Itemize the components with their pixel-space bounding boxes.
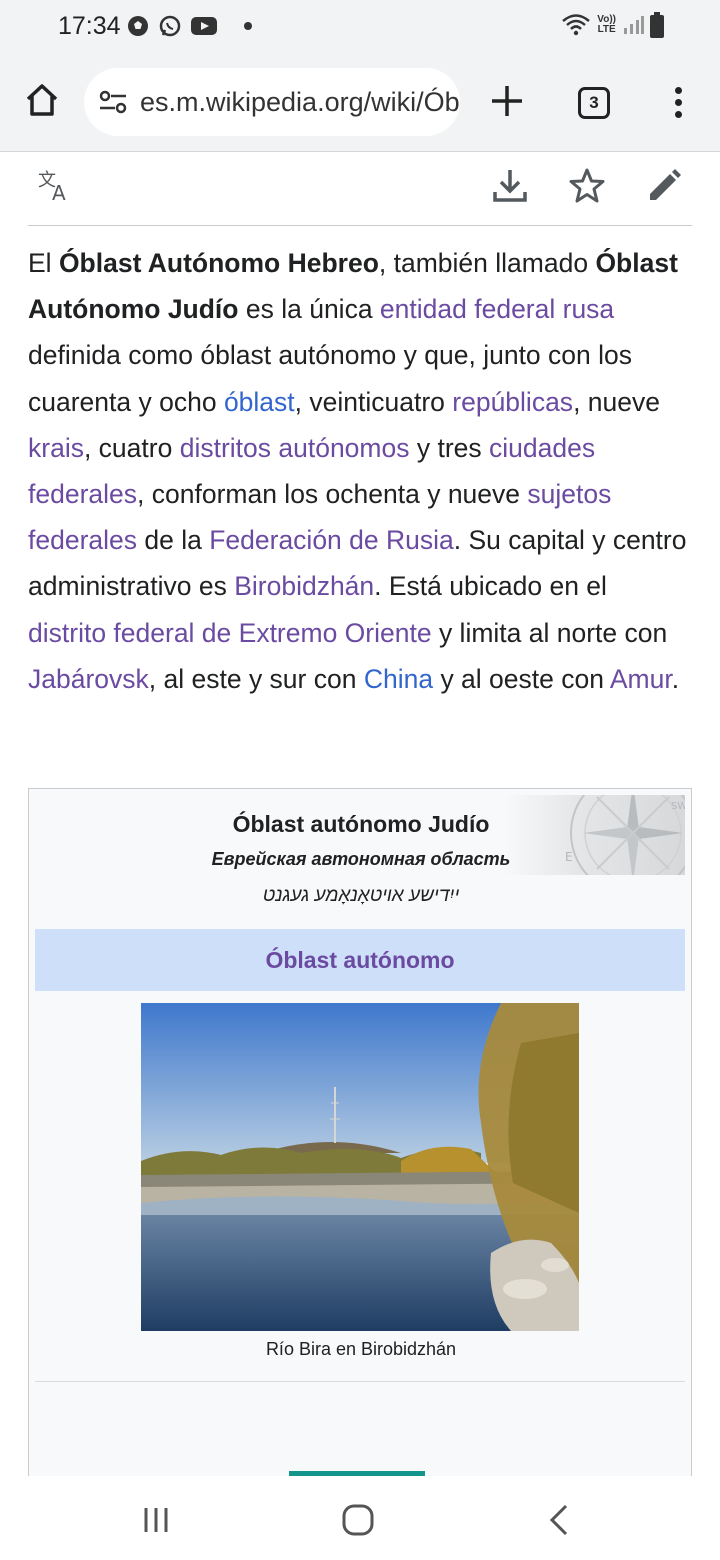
volte-indicator: Vo)) LTE (597, 15, 616, 35)
article-text: El (28, 248, 59, 278)
whatsapp-icon (159, 15, 181, 37)
article-text: , conforman los ochenta y nueve (137, 479, 528, 510)
system-indicators: Vo)) LTE (561, 12, 664, 38)
article-text: . (671, 663, 680, 694)
page-actions-bar: 文 A (28, 154, 692, 226)
article-link[interactable]: Amur (610, 664, 672, 694)
bira-river-photo[interactable] (141, 1003, 579, 1331)
download-icon[interactable] (490, 166, 530, 206)
battery-icon (650, 12, 664, 38)
article-link[interactable]: China (364, 664, 433, 694)
article-text: , cuatro (83, 432, 180, 463)
infobox-divider (35, 1381, 685, 1382)
photo-caption: Río Bira en Birobidzhán (265, 1339, 457, 1359)
back-icon[interactable] (540, 1500, 580, 1540)
bold-term: Óblast Autónomo Hebreo (58, 248, 379, 278)
notification-icons (126, 14, 252, 38)
article-text: , al este y sur con (148, 663, 364, 694)
article-text: , nueve (573, 386, 660, 417)
more-notifications-dot (244, 22, 252, 30)
site-settings-icon[interactable] (98, 87, 128, 117)
system-navigation-bar (0, 1476, 720, 1560)
edit-icon[interactable] (644, 166, 684, 206)
article-link[interactable]: Birobidzhán (234, 571, 374, 601)
soccer-ball-icon (128, 16, 148, 36)
article-link[interactable]: óblast (224, 387, 295, 417)
recents-icon[interactable] (136, 1500, 176, 1540)
browser-toolbar: es.m.wikipedia.org/wiki/Óbl 3 (0, 52, 720, 152)
article-text: , también llamado (378, 248, 596, 278)
infobox: E SW Óblast autónomo Judío Еврейская авт… (28, 788, 692, 1488)
svg-text:A: A (52, 181, 66, 205)
infobox-russian-name: Еврейская автономная область (211, 849, 511, 869)
article-text: y tres (409, 432, 489, 463)
status-bar: 17:34 Vo)) LTE (0, 0, 720, 52)
wifi-icon (562, 14, 591, 36)
article-text: de la (137, 525, 210, 556)
tab-switcher-button[interactable]: 3 (578, 87, 610, 119)
infobox-type-link[interactable]: Óblast autónomo (35, 929, 685, 991)
star-icon[interactable] (567, 166, 607, 206)
address-bar[interactable]: es.m.wikipedia.org/wiki/Óbl (84, 68, 460, 136)
lte-label: LTE (597, 24, 616, 35)
infobox-title: Óblast autónomo Judío (232, 811, 490, 837)
article-link[interactable]: Jabárovsk (28, 664, 149, 694)
article-link[interactable]: distrito federal de Extremo Oriente (28, 618, 432, 648)
signal-icon (624, 16, 644, 34)
article-link[interactable]: entidad federal rusa (380, 294, 614, 324)
more-menu-icon[interactable] (666, 84, 690, 120)
infobox-yiddish-name: ייִדישע אױטאָנאָמע געגנט (262, 885, 460, 906)
article-link[interactable]: Federación de Rusia (209, 525, 454, 555)
translate-icon[interactable]: 文 A (36, 166, 76, 206)
article-text: es la única (238, 294, 380, 325)
youtube-icon (191, 17, 217, 35)
url-text[interactable]: es.m.wikipedia.org/wiki/Óbl (140, 87, 460, 118)
article-lead-paragraph: El Óblast Autónomo Hebreo, también llama… (28, 240, 692, 702)
status-time: 17:34 (58, 12, 121, 40)
article-text: , veinticuatro (294, 386, 453, 417)
article-link[interactable]: distritos autónomos (180, 433, 410, 463)
home-icon[interactable] (22, 80, 62, 120)
article-text: y limita al norte con (431, 617, 668, 648)
article-link[interactable]: repúblicas (452, 387, 573, 417)
home-button-icon[interactable] (338, 1500, 378, 1540)
article-link[interactable]: krais (28, 433, 84, 463)
article-text: . Está ubicado en el (374, 571, 607, 602)
article-text: y al oeste con (433, 663, 610, 694)
new-tab-icon[interactable] (488, 82, 526, 120)
